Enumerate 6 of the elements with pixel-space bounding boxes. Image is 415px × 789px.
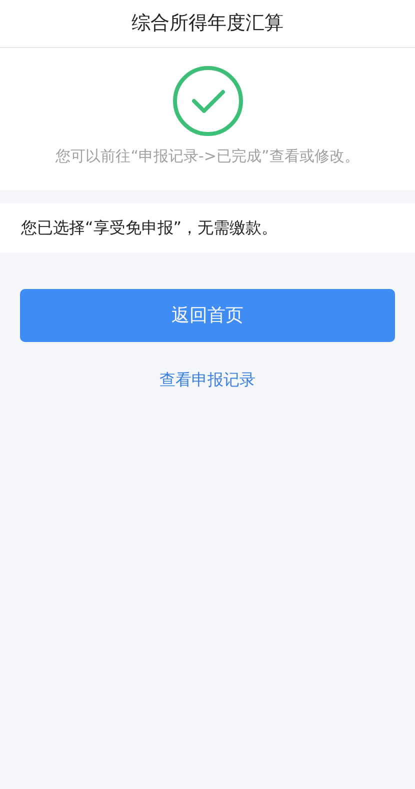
view-records-link[interactable]: 查看申报记录 xyxy=(160,368,256,392)
return-home-button[interactable]: 返回首页 xyxy=(20,288,395,342)
status-message: 您可以前往“申报记录->已完成”查看或修改。 xyxy=(56,146,360,167)
result-text: 您已选择“享受免申报”，无需缴款。 xyxy=(21,216,278,238)
checkmark-icon xyxy=(172,65,244,137)
page-title: 综合所得年度汇算 xyxy=(132,11,284,36)
